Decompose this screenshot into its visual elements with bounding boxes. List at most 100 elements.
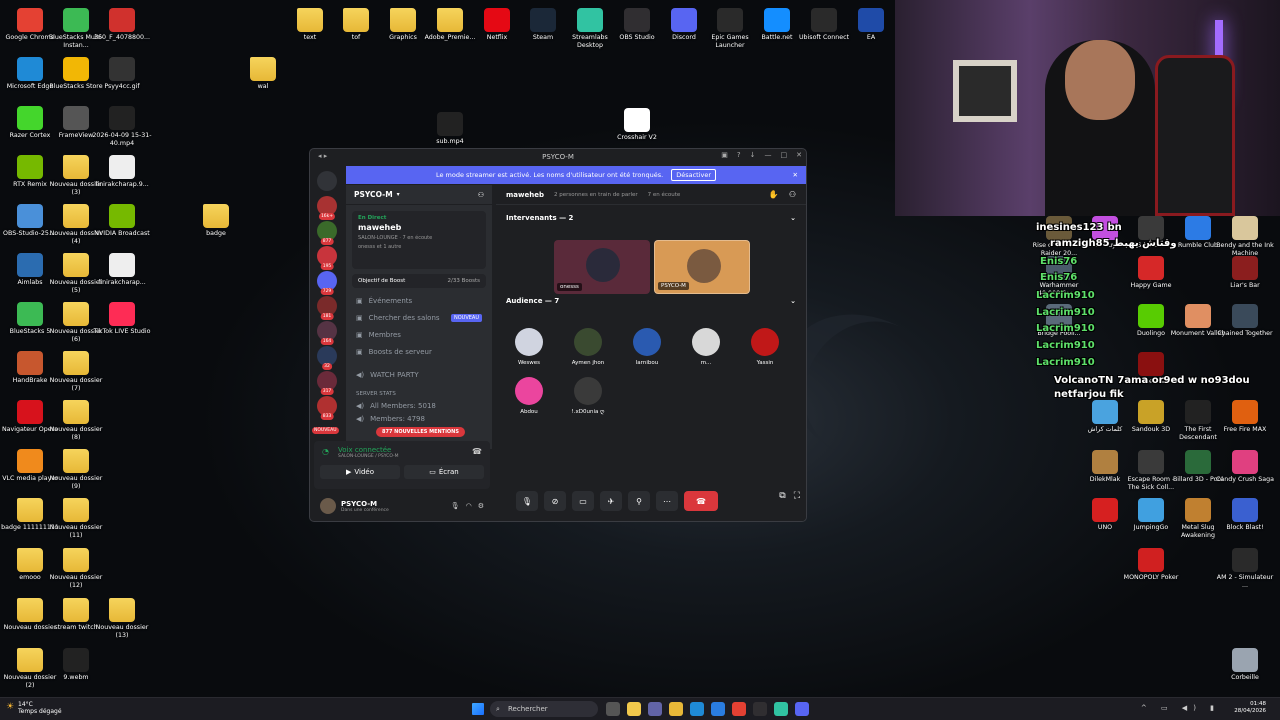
desktop-shortcut[interactable]: NVIDIA Broadcast [92, 204, 152, 238]
audience-member[interactable]: !.xD0unia ღ [563, 377, 613, 415]
channel-all-members[interactable]: ◀) All Members: 5018 [346, 397, 492, 414]
audience-member[interactable]: Weswes [504, 328, 554, 366]
mic-icon[interactable]: 🎙 [451, 502, 460, 510]
desktop-shortcut[interactable]: Chained Together [1216, 304, 1274, 338]
back-forward-icon[interactable]: ◂ ▸ [318, 152, 327, 160]
leave-call-button[interactable]: ☎ [684, 491, 718, 511]
server-icon[interactable]: 195 [317, 246, 337, 270]
teams-icon[interactable] [648, 702, 662, 716]
desktop-shortcut[interactable]: Nouveau dossier (13) [92, 598, 152, 639]
desktop-shortcut[interactable]: Corbeille [1216, 648, 1274, 682]
file-explorer-icon[interactable] [627, 702, 641, 716]
desktop-shortcut[interactable]: Block Blast! [1216, 498, 1274, 532]
chrome-icon[interactable] [732, 702, 746, 716]
desktop-shortcut[interactable]: wal [233, 57, 293, 91]
server-icon[interactable]: 32 [317, 346, 337, 370]
sidebar-item-search[interactable]: ▣ Chercher des salons NOUVEAU [346, 309, 492, 326]
discord-icon[interactable] [795, 702, 809, 716]
popout-icon[interactable]: ⧉ [779, 491, 785, 501]
desktop-shortcut[interactable]: 360_F_4078800... [92, 8, 152, 42]
sidebar-item-boost[interactable]: ▣ Boosts de serveur [346, 343, 492, 360]
server-icon[interactable]: 877 [317, 221, 337, 245]
desktop-shortcut[interactable]: 9.webm [46, 648, 106, 682]
desktop-shortcut[interactable]: Nouveau dossier (11) [46, 498, 106, 539]
desktop-shortcut[interactable]: Bendy and the Ink Machine [1216, 216, 1274, 257]
close-icon[interactable]: ✕ [793, 171, 798, 179]
mute-button[interactable]: 🎙 [516, 491, 538, 511]
server-icon[interactable]: 317 [317, 371, 337, 395]
desktop-shortcut[interactable]: Crosshair V2 [607, 108, 667, 142]
channel-members[interactable]: ◀) Members: 4798 [346, 414, 492, 424]
edge-icon[interactable] [690, 702, 704, 716]
speaker-tile[interactable]: PSYCO-M [654, 240, 750, 294]
desktop-shortcut[interactable]: badge [186, 204, 246, 238]
desktop-shortcut[interactable]: Nouveau dossier (8) [46, 400, 106, 441]
move-to-audience-button[interactable]: ⚲ [628, 491, 650, 511]
inbox-icon[interactable]: ▣ [721, 151, 728, 159]
live-stage-card[interactable]: En Direct maweheb SALON-LOUNGE · 7 en éc… [352, 211, 486, 269]
server-icon[interactable]: 164 [317, 321, 337, 345]
desktop-shortcut[interactable]: MONOPOLY Poker [1122, 548, 1180, 582]
desktop-shortcut[interactable]: Nouveau dossier (7) [46, 351, 106, 392]
camera-button[interactable]: ⊘ [544, 491, 566, 511]
gear-icon[interactable]: ⚙ [478, 502, 484, 510]
desktop-shortcut[interactable]: EA [841, 8, 901, 42]
desktop-shortcut[interactable]: Happy Game [1122, 256, 1180, 290]
audience-section-header[interactable]: Audience — 7 ⌄ [496, 297, 806, 305]
avatar[interactable] [320, 498, 336, 514]
desktop-shortcut[interactable]: Free Fire MAX [1216, 400, 1274, 434]
server-icon[interactable]: 729 [317, 271, 337, 295]
audience-member[interactable]: Aymen jhon [563, 328, 613, 366]
sidebar-item-members[interactable]: ▣ Membres [346, 326, 492, 343]
streamlabs-icon[interactable] [774, 702, 788, 716]
search-box[interactable]: ⌕ Rechercher [490, 701, 598, 717]
channel-watch-party[interactable]: ◀) WATCH PARTY [346, 366, 492, 383]
desktop-shortcut[interactable]: 2026-04-09 15-31-40.mp4 [92, 106, 152, 147]
desktop-shortcut[interactable]: Liar's Bar [1216, 256, 1274, 290]
audience-member[interactable]: larnibou [622, 328, 672, 366]
desktop-shortcut[interactable]: AM 2 - Simulateur ... [1216, 548, 1274, 589]
new-mentions-pill[interactable]: 877 NOUVELLES MENTIONS [376, 427, 465, 437]
discord-window[interactable]: ◂ ▸ PSYCO-M ▣ ? ↓ — □ ✕ Le mode streamer… [309, 148, 807, 522]
members-icon[interactable]: ⚇ [789, 190, 796, 199]
more-button[interactable]: ⋯ [656, 491, 678, 511]
desktop-shortcut[interactable]: Nouveau dossier (9) [46, 449, 106, 490]
disconnect-icon[interactable]: ☎ [472, 447, 482, 456]
obs-icon[interactable] [753, 702, 767, 716]
mail-icon[interactable] [711, 702, 725, 716]
raise-hand-icon[interactable]: ✋ [769, 190, 779, 199]
desktop-shortcut[interactable]: TikTok LIVE Studio [92, 302, 152, 336]
desktop-shortcut[interactable]: Candy Crush Saga [1216, 450, 1274, 484]
speakers-section-header[interactable]: Intervenants — 2 ⌄ [496, 214, 806, 222]
video-button[interactable]: ▶ Vidéo [320, 465, 400, 479]
server-header[interactable]: PSYCO-M ▾ ⚇ [346, 185, 492, 205]
boost-goal[interactable]: Objectif de Boost 2/33 Boosts [352, 274, 486, 288]
weather-widget[interactable]: 14°C Temps dégagé [18, 701, 62, 715]
desktop-shortcut[interactable]: finirakcharap.9... [92, 155, 152, 189]
explorer-icon[interactable] [669, 702, 683, 716]
sidebar-item-calendar[interactable]: ▣ Événements [346, 292, 492, 309]
headset-icon[interactable]: ◠ [466, 502, 472, 510]
fullscreen-icon[interactable]: ⛶ [794, 491, 800, 501]
desktop-shortcut[interactable]: finirakcharap... [92, 253, 152, 287]
help-icon[interactable]: ? [737, 151, 741, 159]
share-screen-button[interactable]: ▭ [572, 491, 594, 511]
discord-home-icon[interactable] [317, 171, 337, 191]
desktop-shortcut[interactable]: Nouveau dossier (12) [46, 548, 106, 589]
system-tray-icons[interactable]: ^ ▭ ◀) ▮ [1141, 704, 1220, 712]
audience-member[interactable]: m... [681, 328, 731, 366]
close-button[interactable]: ✕ [796, 151, 802, 159]
task-view-icon[interactable] [606, 702, 620, 716]
download-icon[interactable]: ↓ [750, 151, 756, 159]
desktop-shortcut[interactable]: sub.mp4 [420, 112, 480, 146]
audience-member[interactable]: Abdou [504, 377, 554, 415]
add-member-icon[interactable]: ⚇ [478, 191, 484, 199]
window-titlebar[interactable]: ◂ ▸ PSYCO-M ▣ ? ↓ — □ ✕ [310, 149, 806, 165]
minimize-button[interactable]: — [765, 151, 772, 159]
desktop-shortcut[interactable]: Psyy4cc.gif [92, 57, 152, 91]
server-icon[interactable]: 16k+ [317, 196, 337, 220]
disable-streamer-mode-button[interactable]: Désactiver [671, 169, 717, 181]
activity-button[interactable]: ✈ [600, 491, 622, 511]
clock[interactable]: 01:48 28/04/2026 [1234, 701, 1266, 715]
screen-share-button[interactable]: ▭ Écran [404, 465, 484, 479]
